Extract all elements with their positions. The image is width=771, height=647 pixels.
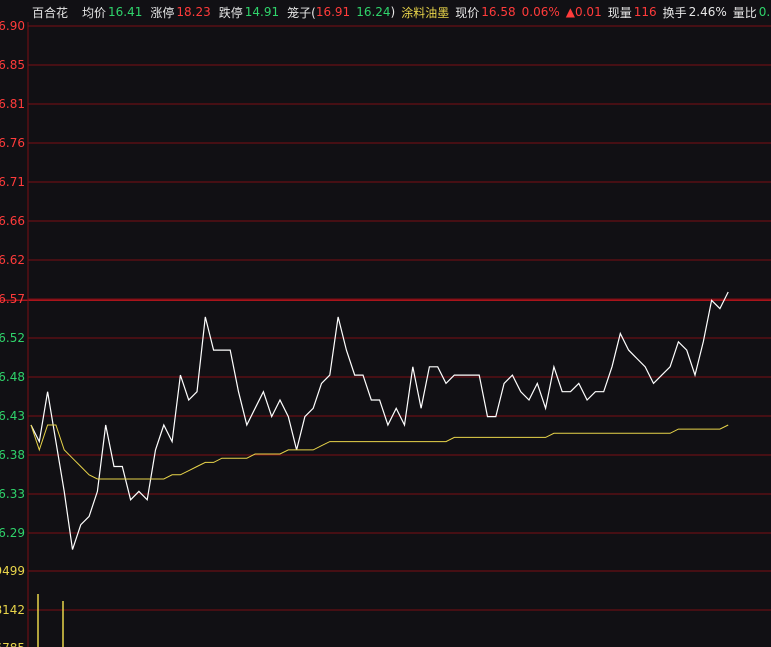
intraday-chart[interactable]: 16.90 16.85 16.81 16.76 16.71 16.66 16.62 16.57…	[0, 0, 771, 647]
grid-lines	[0, 22, 771, 647]
volume-panel: 9499 8142 6785	[0, 564, 771, 647]
y-tick-label: 16.29	[0, 526, 25, 540]
y-tick-label: 16.33	[0, 487, 25, 501]
y-tick-label: 16.52	[0, 331, 25, 345]
y-tick-label: 16.81	[0, 97, 25, 111]
y-tick-label: 16.76	[0, 136, 25, 150]
volume-tick-label: 9499	[0, 564, 25, 578]
y-tick-label: 16.43	[0, 409, 25, 423]
y-tick-label: 16.71	[0, 175, 25, 189]
y-tick-label: 16.48	[0, 370, 25, 384]
y-axis-labels: 16.90 16.85 16.81 16.76 16.71 16.66 16.62 16.57…	[0, 19, 25, 540]
y-tick-label: 16.85	[0, 58, 25, 72]
y-tick-label: 16.62	[0, 253, 25, 267]
price-series-line	[30, 291, 729, 550]
price-lines	[30, 291, 729, 550]
y-tick-label: 16.38	[0, 448, 25, 462]
y-tick-label: 16.57	[0, 292, 25, 306]
y-tick-label: 16.90	[0, 19, 25, 33]
volume-tick-label: 6785	[0, 641, 25, 647]
y-tick-label: 16.66	[0, 214, 25, 228]
average-series-line	[30, 424, 729, 480]
volume-tick-label: 8142	[0, 603, 25, 617]
